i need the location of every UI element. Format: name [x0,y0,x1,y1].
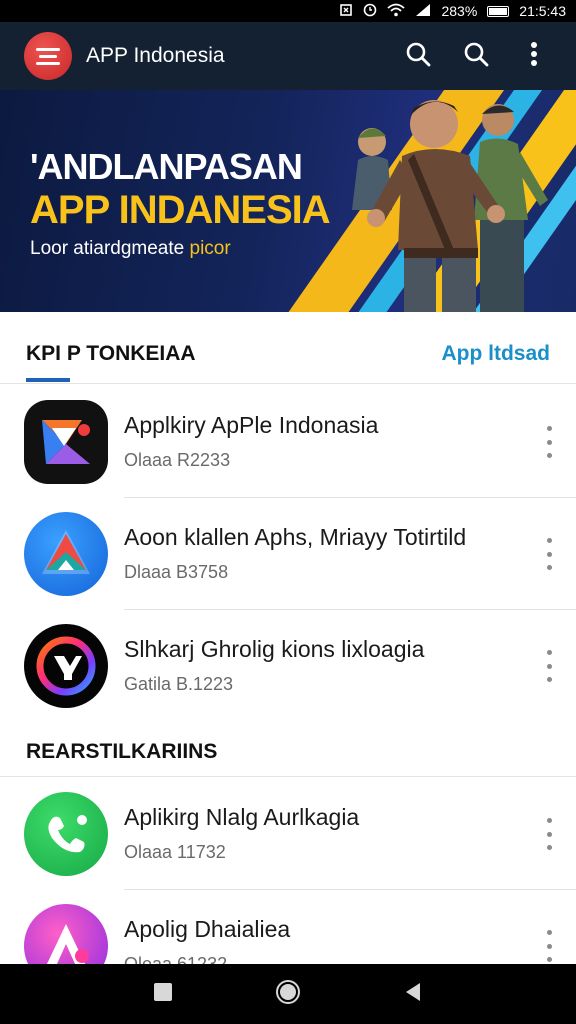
alarm-icon [363,3,377,20]
search-icon [463,41,489,72]
banner-subtitle-main: Loor atiardgmeate [30,238,190,259]
search-button-secondary[interactable] [454,34,498,78]
list-item-title: Apolig Dhaialiea [124,916,291,942]
game-characters-illustration [352,100,548,312]
more-vert-icon[interactable] [542,818,556,850]
app-icon-green-phone [24,792,108,876]
list-item-subtitle: Olaaa 11732 [124,842,226,862]
banner-subtitle-accent: picor [189,238,231,259]
see-all-link[interactable]: App ltdsad [442,342,551,366]
list-item-subtitle: Gatila B.1223 [124,674,234,694]
app-icon-colorful-a [24,400,108,484]
battery-percent: 283% [441,3,478,19]
section-header: REARSTILKARIINS [26,740,218,763]
list-item[interactable]: Aoon klallen Aphs, Mriayy Totirtild Dlaa… [0,498,576,610]
recents-button[interactable] [133,964,193,1024]
more-vert-icon[interactable] [542,538,556,570]
wifi-icon [387,3,406,20]
battery-icon [487,5,510,17]
app-logo-icon[interactable] [24,32,72,80]
app-icon-blue-triangle [24,512,108,596]
more-vert-icon[interactable] [542,930,556,962]
app-title: APP Indonesia [86,44,225,67]
search-icon [405,41,431,72]
status-bar: 283% 21:5:43 [0,0,576,22]
list-item-title: Slhkarj Ghrolig kions lixloagia [124,636,425,662]
tab-active-indicator [26,378,70,382]
banner-headline-accent: APP INDANESIA [30,188,331,232]
list-item-title: Aplikirg Nlalg Aurlkagia [124,804,360,830]
back-triangle-icon [402,981,424,1008]
overflow-menu-button[interactable] [512,34,556,78]
banner-subtitle: Loor atiardgmeate picor [30,238,231,260]
list-item-subtitle: Dlaaa B3758 [124,562,229,582]
list-item[interactable]: Aplikirg Nlalg Aurlkagia Olaaa 11732 [0,778,576,890]
recents-square-icon [152,981,174,1008]
nfc-icon [339,3,353,20]
list-item-title: Aoon klallen Aphs, Mriayy Totirtild [124,524,467,550]
system-nav-bar [0,964,576,1024]
search-button[interactable] [396,34,440,78]
list-item[interactable]: Slhkarj Ghrolig kions lixloagia Gatila B… [0,610,576,722]
more-vert-icon[interactable] [542,650,556,682]
list-item[interactable]: Applkiry ApPle Indonasia Olaaa R2233 [0,386,576,498]
promo-banner[interactable]: 'ANDLANPASAN APP INDANESIA Loor atiardgm… [0,90,576,312]
home-button[interactable] [258,964,318,1024]
section-tabs: KPI P TONKEIAA App ltdsad [0,312,576,384]
clock: 21:5:43 [519,3,566,19]
more-vert-icon [530,41,538,72]
app-icon-black-ring [24,624,108,708]
tab-top-charts[interactable]: KPI P TONKEIAA [26,342,196,366]
divider [0,776,576,777]
signal-icon [415,3,431,20]
list-item-title: Applkiry ApPle Indonasia [124,412,379,438]
home-circle-icon [275,979,301,1010]
back-button[interactable] [383,964,443,1024]
banner-headline: 'ANDLANPASAN [30,146,303,187]
list-item-subtitle: Olaaa R2233 [124,450,231,470]
more-vert-icon[interactable] [542,426,556,458]
app-bar: APP Indonesia [0,22,576,90]
